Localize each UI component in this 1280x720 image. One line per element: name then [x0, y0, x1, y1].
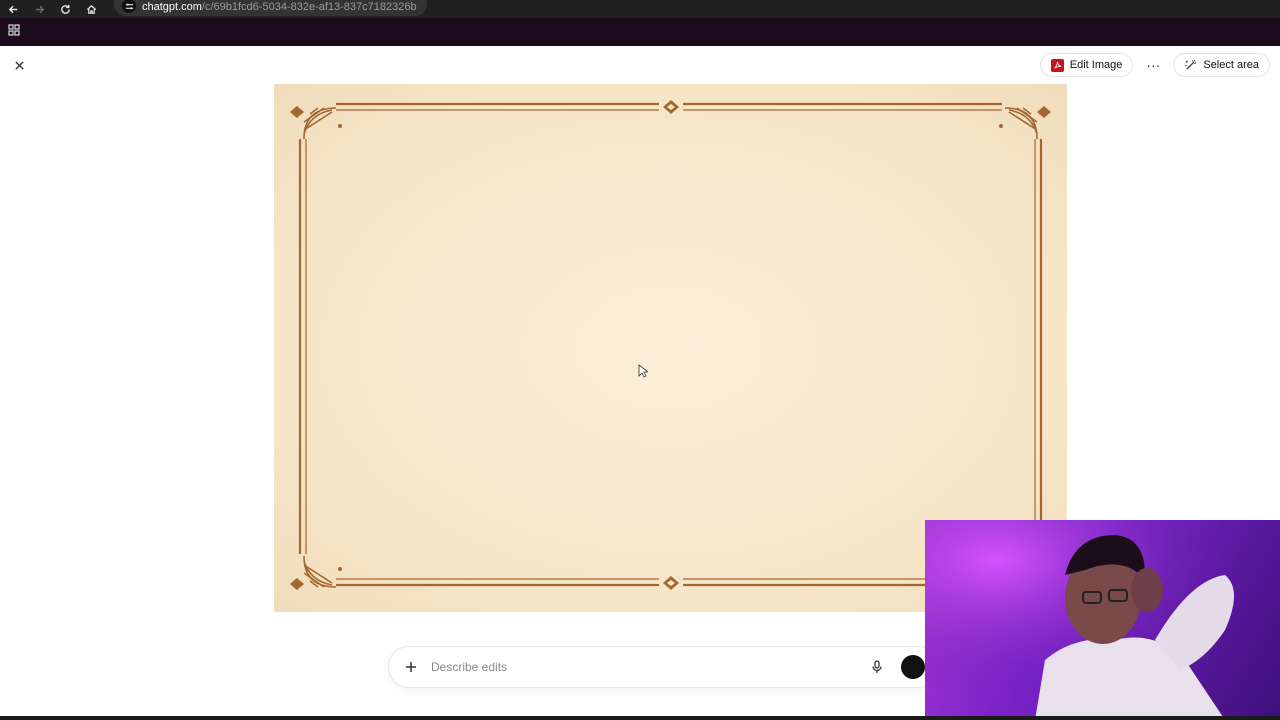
describe-edits-input[interactable] [431, 660, 869, 674]
mouse-cursor [638, 364, 648, 378]
apps-grid-icon[interactable] [8, 23, 20, 41]
select-area-label: Select area [1203, 59, 1259, 71]
home-button[interactable] [78, 0, 104, 18]
webcam-person-silhouette [925, 520, 1280, 720]
reload-button[interactable] [52, 0, 78, 18]
close-button[interactable] [8, 54, 30, 76]
arrow-left-icon [8, 5, 17, 13]
browser-toolbar: chatgpt.com/c/69b1fcd6-5034-832e-af13-83… [0, 0, 1280, 18]
plus-icon [406, 662, 416, 672]
edit-prompt-bar [388, 646, 940, 688]
edit-image-button[interactable]: Edit Image [1039, 53, 1134, 77]
pdf-icon [1050, 58, 1064, 72]
home-icon [86, 4, 96, 14]
address-bar[interactable]: chatgpt.com/c/69b1fcd6-5034-832e-af13-83… [114, 0, 427, 16]
bookmarks-bar [0, 18, 1280, 46]
select-area-button[interactable]: Select area [1173, 53, 1270, 77]
site-info-icon[interactable] [122, 0, 136, 13]
editor-actions: Edit Image ··· Select area [1039, 53, 1270, 77]
back-button[interactable] [0, 0, 26, 18]
url-domain: chatgpt.com [142, 1, 202, 13]
more-options-button[interactable]: ··· [1143, 53, 1163, 77]
close-icon [14, 60, 24, 70]
webcam-overlay [925, 520, 1280, 720]
arrow-right-icon [35, 5, 44, 13]
voice-input-button[interactable] [869, 659, 885, 675]
send-button[interactable] [901, 655, 925, 679]
url-path: /c/69b1fcd6-5034-832e-af13-837c7182326b [201, 1, 417, 13]
forward-button[interactable] [26, 0, 52, 18]
select-area-icon [1185, 59, 1197, 70]
edit-image-label: Edit Image [1069, 59, 1123, 71]
microphone-icon [872, 660, 882, 673]
taskbar-edge [0, 716, 1280, 720]
add-attachment-button[interactable] [403, 659, 419, 675]
reload-icon [60, 4, 70, 14]
